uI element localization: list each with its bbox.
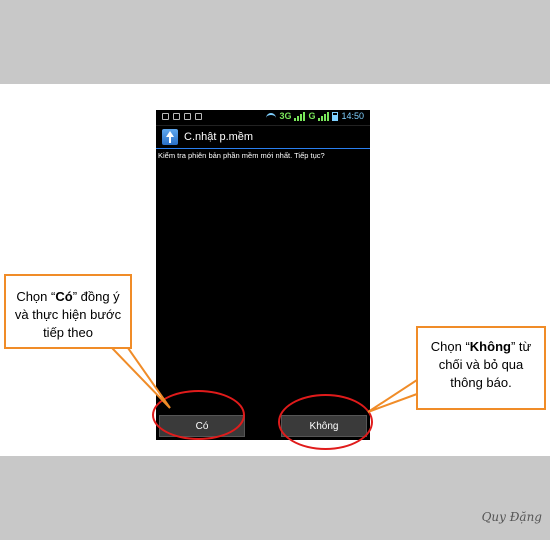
dialog-title: C.nhật p.mềm	[184, 131, 254, 143]
yes-highlight-ellipse	[152, 390, 245, 440]
callout-no-prefix: Chọn “	[430, 339, 470, 354]
callout-yes-bold: Có	[55, 289, 73, 304]
signal-icon	[294, 111, 306, 121]
network-g-label: G	[308, 111, 316, 121]
author-signature: Quy Đặng	[481, 510, 542, 524]
status-time: 14:50	[341, 111, 364, 121]
wifi-icon	[266, 112, 277, 120]
status-bar: 3G G 14:50	[156, 110, 370, 126]
dialog-message: Kiểm tra phiên bản phần mềm mới nhất. Ti…	[158, 151, 325, 160]
title-divider	[156, 148, 370, 149]
no-highlight-ellipse	[278, 394, 373, 450]
callout-yes-prefix: Chọn “	[16, 289, 56, 304]
callout-no-bold: Không	[469, 339, 511, 354]
network-3g-label: 3G	[279, 111, 292, 121]
background-band-top	[0, 0, 550, 84]
mail-notification-icon	[184, 113, 191, 120]
battery-icon	[332, 111, 339, 121]
sync-notification-icon	[195, 113, 202, 120]
callout-no: Chọn “Không” từ chối và bỏ qua thông báo…	[416, 326, 546, 410]
notification-icons	[162, 113, 202, 120]
background-band-bottom	[0, 456, 550, 540]
image-notification-icon	[162, 113, 169, 120]
upload-arrow-icon	[162, 129, 178, 145]
dialog-title-bar: C.nhật p.mềm	[156, 126, 370, 148]
chat-notification-icon	[173, 113, 180, 120]
status-indicators: 3G G 14:50	[266, 111, 364, 121]
signal-icon-2	[318, 111, 330, 121]
callout-yes: Chọn “Có” đồng ý và thực hiện bước tiếp …	[4, 274, 132, 349]
